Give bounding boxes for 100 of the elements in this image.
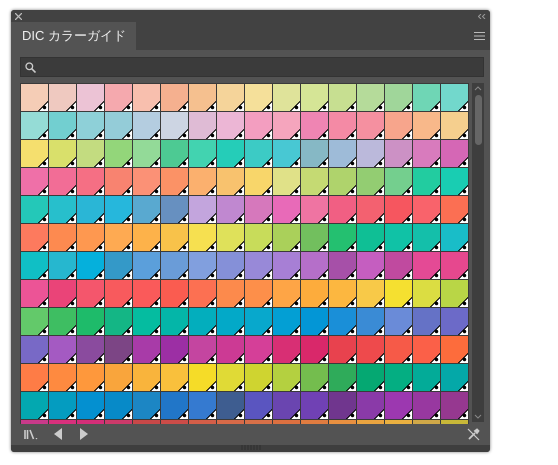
color-swatch[interactable] [133, 224, 160, 251]
color-swatch[interactable] [21, 168, 48, 195]
color-swatch[interactable] [161, 112, 188, 139]
color-swatch[interactable] [77, 308, 104, 335]
color-swatch[interactable] [245, 252, 272, 279]
color-swatch[interactable] [329, 392, 356, 419]
color-swatch[interactable] [273, 168, 300, 195]
color-swatch[interactable] [105, 196, 132, 223]
color-swatch[interactable] [189, 308, 216, 335]
color-swatch[interactable] [217, 280, 244, 307]
color-swatch[interactable] [77, 336, 104, 363]
scroll-up-icon[interactable] [474, 86, 482, 91]
color-swatch[interactable] [441, 140, 468, 167]
color-swatch[interactable] [329, 84, 356, 111]
color-swatch[interactable] [301, 112, 328, 139]
color-swatch[interactable] [301, 252, 328, 279]
color-swatch[interactable] [441, 168, 468, 195]
color-swatch[interactable] [77, 224, 104, 251]
color-swatch[interactable] [105, 392, 132, 419]
color-swatch[interactable] [105, 140, 132, 167]
color-swatch[interactable] [413, 84, 440, 111]
scroll-thumb[interactable] [475, 95, 482, 145]
color-swatch[interactable] [161, 392, 188, 419]
next-icon[interactable] [80, 428, 88, 440]
color-swatch[interactable] [133, 280, 160, 307]
color-swatch[interactable] [189, 168, 216, 195]
color-swatch[interactable] [189, 112, 216, 139]
color-swatch[interactable] [413, 224, 440, 251]
color-swatch[interactable] [21, 364, 48, 391]
color-swatch[interactable] [329, 308, 356, 335]
color-swatch[interactable] [105, 84, 132, 111]
color-swatch[interactable] [385, 112, 412, 139]
color-swatch[interactable] [245, 224, 272, 251]
color-swatch[interactable] [189, 84, 216, 111]
color-swatch[interactable] [105, 168, 132, 195]
color-swatch[interactable] [273, 364, 300, 391]
color-swatch[interactable] [77, 140, 104, 167]
color-swatch[interactable] [413, 168, 440, 195]
color-swatch[interactable] [77, 84, 104, 111]
color-swatch[interactable] [245, 196, 272, 223]
color-swatch[interactable] [357, 140, 384, 167]
color-swatch[interactable] [385, 280, 412, 307]
color-swatch[interactable] [161, 224, 188, 251]
color-swatch[interactable] [217, 168, 244, 195]
color-swatch[interactable] [161, 308, 188, 335]
color-swatch[interactable] [301, 140, 328, 167]
color-swatch[interactable] [133, 392, 160, 419]
color-swatch[interactable] [217, 252, 244, 279]
color-swatch[interactable] [105, 364, 132, 391]
color-swatch[interactable] [385, 168, 412, 195]
color-swatch[interactable] [133, 140, 160, 167]
color-swatch[interactable] [49, 336, 76, 363]
color-swatch[interactable] [273, 140, 300, 167]
color-swatch[interactable] [133, 196, 160, 223]
color-swatch[interactable] [77, 252, 104, 279]
color-swatch[interactable] [21, 336, 48, 363]
color-swatch[interactable] [329, 112, 356, 139]
color-swatch[interactable] [245, 84, 272, 111]
color-swatch[interactable] [385, 364, 412, 391]
color-swatch[interactable] [357, 252, 384, 279]
color-swatch[interactable] [161, 336, 188, 363]
color-swatch[interactable] [245, 392, 272, 419]
color-swatch[interactable] [189, 140, 216, 167]
color-swatch[interactable] [273, 336, 300, 363]
color-swatch[interactable] [105, 224, 132, 251]
resize-grip-icon[interactable] [240, 445, 260, 450]
color-swatch[interactable] [161, 252, 188, 279]
color-swatch[interactable] [301, 84, 328, 111]
color-swatch[interactable] [21, 112, 48, 139]
color-swatch[interactable] [133, 336, 160, 363]
color-swatch[interactable] [413, 196, 440, 223]
color-swatch[interactable] [385, 308, 412, 335]
color-swatch[interactable] [189, 196, 216, 223]
color-swatch[interactable] [217, 84, 244, 111]
color-swatch[interactable] [217, 140, 244, 167]
color-swatch[interactable] [385, 224, 412, 251]
color-swatch[interactable] [21, 252, 48, 279]
color-swatch[interactable] [49, 280, 76, 307]
menu-icon[interactable] [474, 32, 485, 40]
color-swatch[interactable] [161, 168, 188, 195]
color-swatch[interactable] [245, 308, 272, 335]
crossed-eyedropper-icon[interactable] [467, 428, 480, 440]
color-swatch[interactable] [301, 224, 328, 251]
close-icon[interactable] [15, 12, 22, 20]
color-swatch[interactable] [413, 364, 440, 391]
color-swatch[interactable] [441, 280, 468, 307]
color-swatch[interactable] [189, 224, 216, 251]
color-swatch[interactable] [217, 308, 244, 335]
color-swatch[interactable] [329, 364, 356, 391]
color-swatch[interactable] [329, 280, 356, 307]
color-swatch[interactable] [301, 196, 328, 223]
color-swatch[interactable] [385, 84, 412, 111]
color-swatch[interactable] [105, 280, 132, 307]
color-swatch[interactable] [357, 308, 384, 335]
color-swatch[interactable] [105, 112, 132, 139]
color-swatch[interactable] [273, 84, 300, 111]
color-swatch[interactable] [49, 140, 76, 167]
color-swatch[interactable] [49, 196, 76, 223]
color-swatch[interactable] [77, 112, 104, 139]
color-swatch[interactable] [21, 224, 48, 251]
